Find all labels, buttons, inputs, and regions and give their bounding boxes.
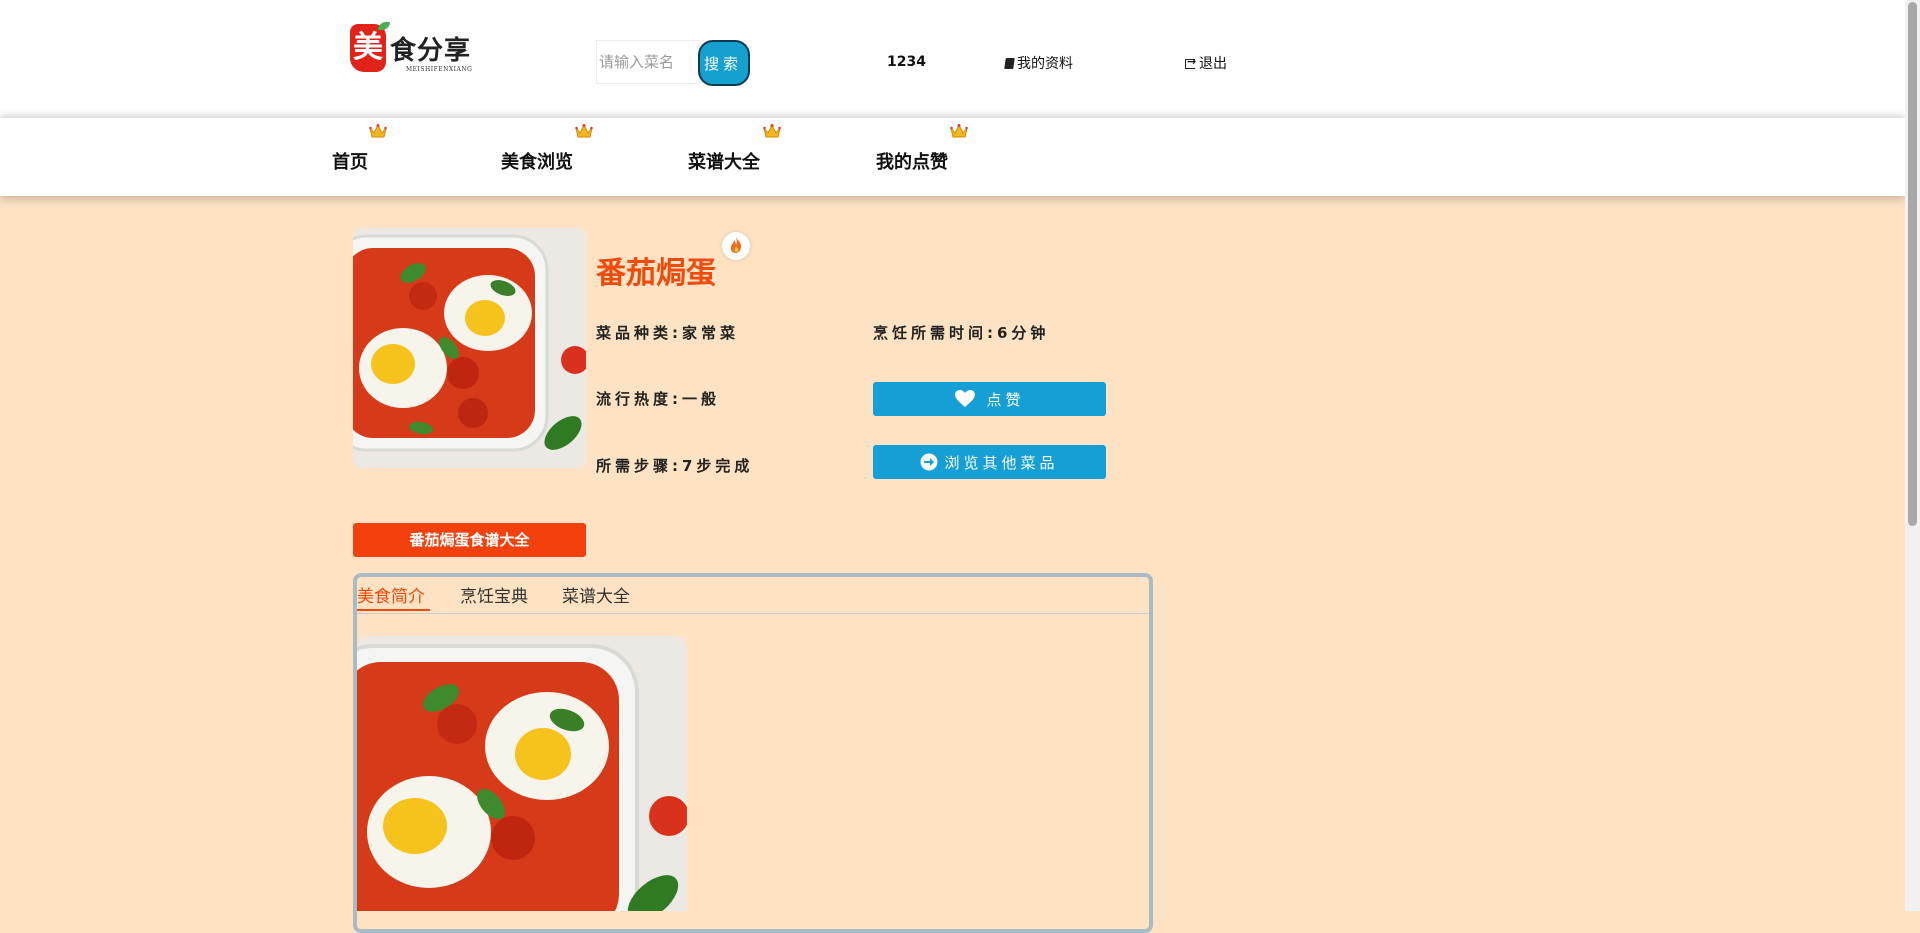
dish-photo: [353, 228, 586, 468]
nav-item-recipes[interactable]: 菜谱大全: [688, 148, 760, 174]
dish-title: 番茄焗蛋: [596, 256, 716, 291]
active-tab-indicator: [357, 609, 430, 611]
logo-text: 食分享: [390, 36, 472, 66]
dish-cook-time: 烹饪所需时间:6分钟: [873, 324, 1050, 342]
crown-icon: [369, 124, 387, 138]
sign-out-icon: [1185, 55, 1196, 69]
search-button[interactable]: 搜索: [698, 40, 750, 86]
dish-steps: 所需步骤:7步完成: [596, 457, 754, 475]
dish-category: 菜品种类:家常菜: [596, 324, 739, 342]
scrollbar-thumb[interactable]: [1908, 2, 1917, 526]
dish-popularity: 流行热度:一般: [596, 390, 720, 408]
site-logo[interactable]: 美 食分享 MEISHIFENXIANG: [350, 22, 472, 76]
logout-label: 退出: [1199, 56, 1227, 72]
crown-icon: [763, 124, 781, 138]
nav-item-browse[interactable]: 美食浏览: [501, 148, 573, 174]
tab-cooking-guide[interactable]: 烹饪宝典: [460, 582, 528, 607]
browse-button-label: 浏览其他菜品: [944, 453, 1059, 472]
user-id: 1234: [887, 54, 926, 70]
nav-item-home[interactable]: 首页: [332, 148, 368, 174]
crown-icon: [575, 124, 593, 138]
search-input[interactable]: [596, 40, 700, 84]
logout-link[interactable]: 退出: [1185, 53, 1227, 73]
logo-mark: 美: [350, 24, 386, 72]
logo-leaf-icon: [378, 22, 390, 30]
top-header: [0, 0, 1905, 118]
dish-intro-photo: [357, 636, 687, 911]
book-icon: [1004, 58, 1015, 69]
like-button-label: 点赞: [986, 390, 1025, 409]
my-profile-label: 我的资料: [1017, 56, 1073, 72]
arrow-circle-right-icon: [920, 453, 938, 470]
nav-item-my-likes[interactable]: 我的点赞: [876, 148, 948, 174]
fire-icon: [722, 232, 750, 260]
logo-subtitle: MEISHIFENXIANG: [406, 66, 473, 73]
heart-icon: [955, 389, 976, 407]
like-button[interactable]: 点赞: [873, 382, 1106, 416]
browse-other-dishes-button[interactable]: 浏览其他菜品: [873, 445, 1106, 479]
tab-recipes[interactable]: 菜谱大全: [562, 582, 630, 607]
recipe-collection-label: 番茄焗蛋食谱大全: [353, 523, 586, 557]
my-profile-link[interactable]: 我的资料: [1004, 53, 1073, 73]
tab-intro[interactable]: 美食简介: [357, 582, 425, 607]
crown-icon: [950, 124, 968, 138]
